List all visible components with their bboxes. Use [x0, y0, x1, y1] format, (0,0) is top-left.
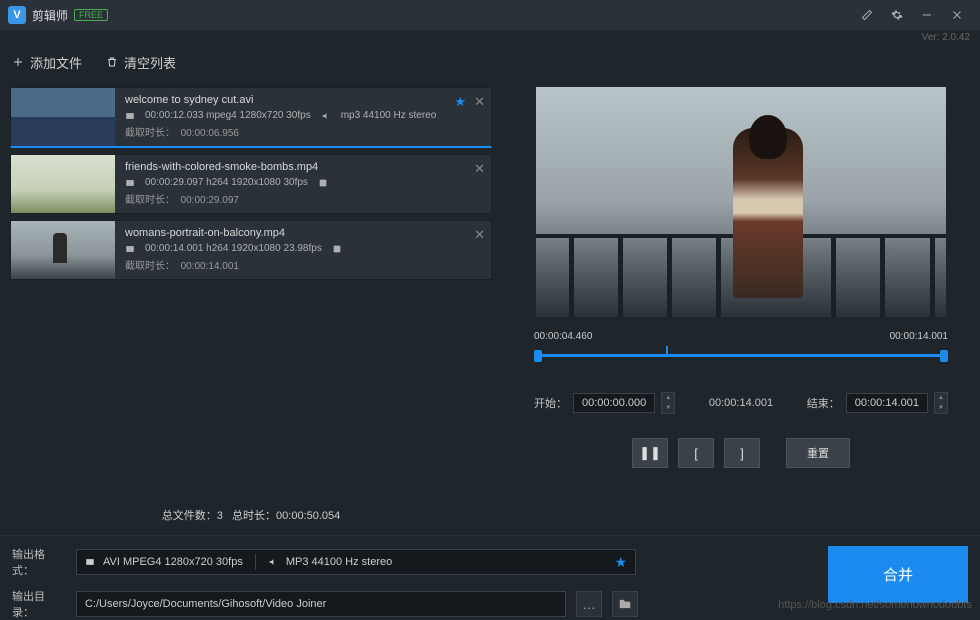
remove-file-button[interactable]: ✕: [474, 227, 485, 243]
trim-slider[interactable]: [534, 346, 948, 366]
minimize-button[interactable]: [912, 0, 942, 30]
remove-file-button[interactable]: ✕: [474, 161, 485, 177]
add-file-label: 添加文件: [30, 53, 82, 72]
add-file-button[interactable]: 添加文件: [12, 53, 82, 72]
slider-start-handle[interactable]: [534, 350, 542, 362]
app-title: 剪辑师: [32, 7, 68, 24]
gear-icon[interactable]: [882, 0, 912, 30]
cut-label: 截取时长：: [125, 128, 175, 139]
browse-button[interactable]: …: [576, 591, 602, 617]
mark-out-button[interactable]: ]: [724, 438, 760, 468]
start-stepper[interactable]: ▲▼: [661, 392, 675, 414]
end-time-input[interactable]: 00:00:14.001: [846, 393, 928, 413]
file-thumbnail: [11, 88, 115, 146]
folder-icon: [618, 597, 632, 611]
duration-display: 00:00:14.001: [709, 397, 773, 409]
list-summary: 总文件数：3 总时长：00:00:50.054: [10, 499, 492, 531]
film-icon: [125, 111, 135, 121]
mark-in-button[interactable]: [: [678, 438, 714, 468]
end-label: 结束：: [807, 395, 840, 411]
free-badge: FREE: [74, 9, 108, 21]
audio-meta: mp3 44100 Hz stereo: [341, 110, 437, 121]
favorite-format-icon[interactable]: ★: [614, 554, 627, 571]
file-item[interactable]: womans-portrait-on-balcony.mp4 00:00:14.0…: [10, 220, 492, 280]
open-folder-button[interactable]: [612, 591, 638, 617]
start-label: 开始：: [534, 395, 567, 411]
file-thumbnail: [11, 221, 115, 279]
cut-label: 截取时长：: [125, 195, 175, 206]
clear-list-label: 清空列表: [124, 53, 176, 72]
dir-label: 输出目录：: [12, 588, 66, 620]
format-label: 输出格式：: [12, 546, 66, 578]
film-icon: [125, 178, 135, 188]
cut-label: 截取时长：: [125, 261, 175, 272]
mute-icon: [332, 244, 342, 254]
merge-button[interactable]: 合并: [828, 546, 968, 603]
film-icon: [125, 244, 135, 254]
cut-value: 00:00:06.956: [181, 128, 239, 139]
app-logo-icon: V: [8, 6, 26, 24]
clear-list-button[interactable]: 清空列表: [106, 53, 176, 72]
start-time-input[interactable]: 00:00:00.000: [573, 393, 655, 413]
pause-button[interactable]: ❚❚: [632, 438, 668, 468]
file-item[interactable]: welcome to sydney cut.avi 00:00:12.033 mp…: [10, 87, 492, 148]
file-item[interactable]: friends-with-colored-smoke-bombs.mp4 00:0…: [10, 154, 492, 214]
file-name: womans-portrait-on-balcony.mp4: [125, 227, 481, 239]
file-list-panel: welcome to sydney cut.avi 00:00:12.033 mp…: [0, 79, 502, 531]
output-format-select[interactable]: AVI MPEG4 1280x720 30fps MP3 44100 Hz st…: [76, 549, 636, 575]
mute-icon: [318, 178, 328, 188]
audio-icon: [321, 111, 331, 121]
watermark: https://blog.csdn.net/somehownodoubts: [778, 599, 972, 611]
video-meta: 00:00:29.097 h264 1920x1080 30fps: [145, 177, 308, 188]
film-icon: [85, 557, 95, 567]
file-name: friends-with-colored-smoke-bombs.mp4: [125, 161, 481, 173]
file-list: welcome to sydney cut.avi 00:00:12.033 mp…: [10, 87, 492, 499]
preview-panel: 00:00:04.460 00:00:14.001 开始： 00:00:00.0…: [502, 79, 980, 531]
trash-icon: [106, 56, 118, 68]
cut-value: 00:00:29.097: [181, 195, 239, 206]
video-preview[interactable]: [536, 87, 946, 317]
file-thumbnail: [11, 155, 115, 213]
end-stepper[interactable]: ▲▼: [934, 392, 948, 414]
titlebar: V 剪辑师 FREE: [0, 0, 980, 30]
file-name: welcome to sydney cut.avi: [125, 94, 481, 106]
toolbar: 添加文件 清空列表: [0, 45, 980, 79]
slider-end-handle[interactable]: [940, 350, 948, 362]
output-dir-input[interactable]: C:/Users/Joyce/Documents/Gihosoft/Video …: [76, 591, 566, 617]
total-time: 00:00:14.001: [890, 331, 948, 342]
close-button[interactable]: [942, 0, 972, 30]
remove-file-button[interactable]: ✕: [474, 94, 485, 110]
current-time: 00:00:04.460: [534, 331, 592, 342]
audio-icon: [268, 557, 278, 567]
plus-icon: [12, 56, 24, 68]
video-meta: 00:00:12.033 mpeg4 1280x720 30fps: [145, 110, 311, 121]
video-meta: 00:00:14.001 h264 1920x1080 23.98fps: [145, 243, 322, 254]
version-label: Ver: 2.0.42: [0, 30, 980, 45]
star-icon[interactable]: ★: [454, 94, 466, 110]
edit-icon[interactable]: [852, 0, 882, 30]
reset-button[interactable]: 重置: [786, 438, 850, 468]
cut-value: 00:00:14.001: [181, 261, 239, 272]
